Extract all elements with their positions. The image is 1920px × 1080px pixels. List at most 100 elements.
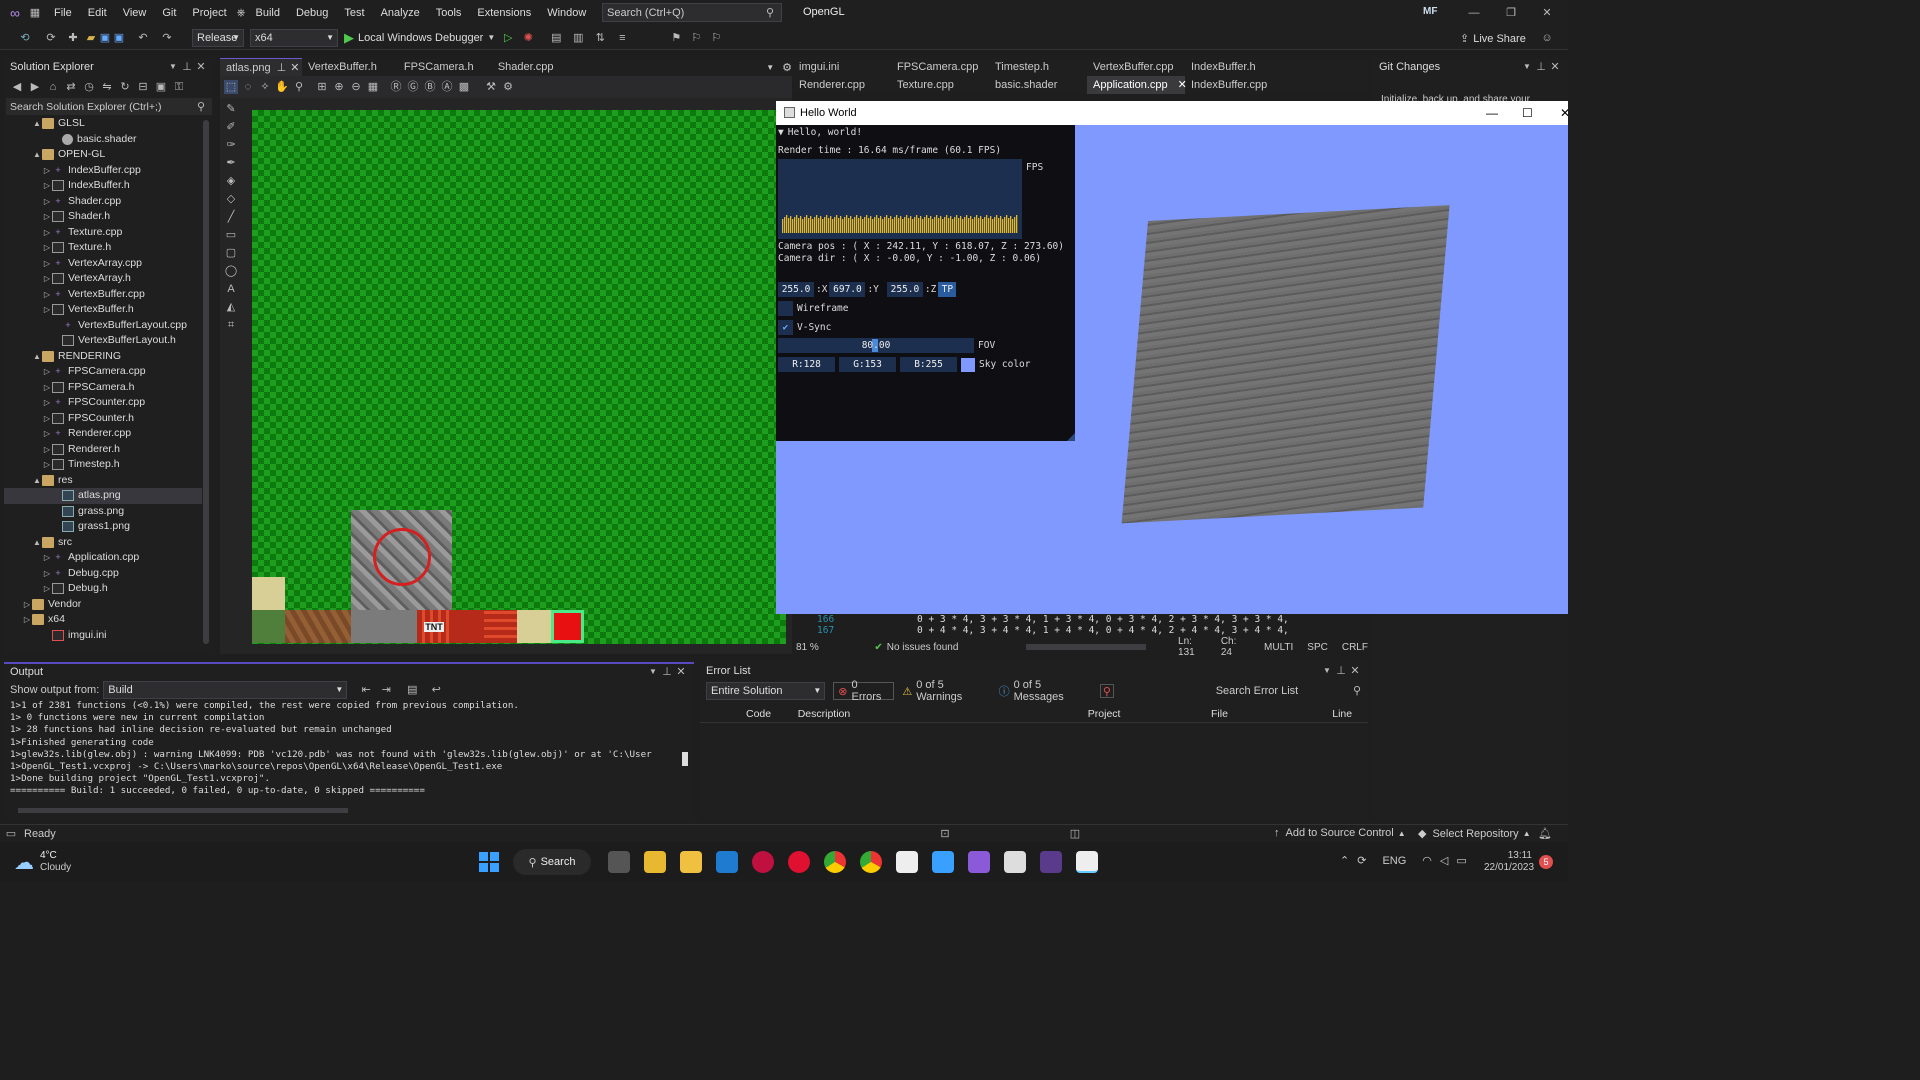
opengl-app-icon[interactable] (1076, 851, 1098, 873)
weather-widget[interactable]: ☁ 4°C Cloudy (14, 850, 134, 875)
restore-icon[interactable]: ❐ (1504, 6, 1518, 20)
task-view-icon[interactable] (608, 851, 630, 873)
column-header-code[interactable]: Code (700, 708, 794, 720)
menu-extensions[interactable]: Extensions (469, 7, 539, 19)
green-channel-icon[interactable]: Ⓖ (406, 80, 420, 94)
expand-arrow-icon[interactable]: ▲ (32, 473, 42, 489)
tree-item[interactable]: ▷ Texture.h (4, 240, 202, 256)
tree-item[interactable]: ▷ + Application.cpp (4, 550, 202, 566)
step-icon[interactable]: ⇅ (593, 31, 607, 45)
tab-renderer-cpp[interactable]: Renderer.cpp (793, 76, 891, 94)
bookmark-prev-icon[interactable]: ⚐ (689, 31, 703, 45)
expand-arrow-icon[interactable]: ▲ (32, 116, 42, 132)
configuration-dropdown[interactable]: Release ▼ (192, 28, 244, 47)
column-header-project[interactable]: Project (1084, 708, 1207, 720)
menu-project[interactable]: Project (184, 7, 234, 19)
new-project-icon[interactable]: ✚ (66, 31, 80, 45)
expand-arrow-icon[interactable]: ▷ (42, 178, 52, 194)
forward-icon[interactable]: ⟳ (44, 31, 58, 45)
expand-arrow-icon[interactable]: ▷ (42, 240, 52, 256)
home-icon[interactable]: ⌂ (46, 80, 60, 94)
menu-edit[interactable]: Edit (80, 7, 115, 19)
imgui-header[interactable]: ▼ Hello, world! (776, 125, 1075, 140)
pin-tab-icon[interactable]: ⊥ (277, 62, 287, 74)
platform-dropdown[interactable]: x64 ▼ (250, 28, 338, 47)
live-share-button[interactable]: ⇪ Live Share (1460, 32, 1526, 46)
dropdown-icon[interactable]: ▼ (646, 665, 660, 679)
window-minimize-icon[interactable]: — (1486, 101, 1498, 125)
save-icon[interactable]: ▣ (98, 31, 112, 45)
clock[interactable]: 13:11 22/01/2023 (1484, 850, 1534, 874)
notifications-bell-icon[interactable]: 🔔︎ (1538, 827, 1552, 841)
pixel-grid-icon[interactable]: ▦ (366, 80, 380, 94)
expand-arrow-icon[interactable]: ▷ (42, 194, 52, 210)
messages-filter-button[interactable]: ⓘ 0 of 5 Messages (999, 679, 1092, 703)
background-icon[interactable]: ▩ (457, 80, 471, 94)
tab-vertexbuffer-h[interactable]: VertexBuffer.h (302, 58, 398, 76)
user-avatar[interactable]: MF (1423, 6, 1437, 17)
error-search-box[interactable]: Search Error List ⚲ (1212, 682, 1368, 700)
tree-item[interactable]: ▷ + Shader.cpp (4, 194, 202, 210)
battery-icon[interactable]: ▭ (1456, 854, 1466, 867)
output-horizontal-scrollbar[interactable] (18, 808, 348, 813)
pan-icon[interactable]: ✋ (275, 80, 289, 94)
fov-slider[interactable]: 80.00 (778, 338, 974, 353)
collapse-all-icon[interactable]: ⊟ (136, 80, 150, 94)
zoom-out-icon[interactable]: ⊖ (349, 80, 363, 94)
tree-item[interactable]: ▷ Shader.h (4, 209, 202, 225)
expand-arrow-icon[interactable]: ▲ (32, 147, 42, 163)
tree-item[interactable]: ▲ GLSL (4, 116, 202, 132)
tab-timestep-h[interactable]: Timestep.h (989, 58, 1087, 76)
tab-application-cpp[interactable]: Application.cpp ✕ (1087, 76, 1187, 94)
open-folder-icon[interactable]: ▰ (84, 31, 98, 45)
layout-icon[interactable]: ▥ (571, 31, 585, 45)
expand-arrow-icon[interactable]: ▷ (42, 163, 52, 179)
vsync-checkbox[interactable]: ✔ (778, 320, 793, 335)
brush-icon[interactable]: ✐ (224, 120, 238, 134)
tree-item[interactable]: ▷ VertexArray.h (4, 271, 202, 287)
tree-item[interactable]: ▷ Debug.h (4, 581, 202, 597)
zoom-level[interactable]: 81 % (796, 642, 840, 653)
menu-analyze[interactable]: Analyze (373, 7, 428, 19)
z-input[interactable]: 255.0 (886, 282, 923, 297)
tp-button[interactable]: TP (938, 282, 957, 297)
expand-arrow-icon[interactable]: ▷ (42, 256, 52, 272)
close-panel-icon[interactable]: ✕ (1548, 60, 1562, 74)
eyedropper-icon[interactable]: ✒ (224, 156, 238, 170)
close-icon[interactable]: ✕ (1540, 6, 1554, 20)
store-icon[interactable] (896, 851, 918, 873)
terminal-icon[interactable] (1004, 851, 1026, 873)
rectangle-icon[interactable]: ▭ (224, 228, 238, 242)
tree-item[interactable]: ▲ OPEN-GL (4, 147, 202, 163)
sync-icon[interactable]: ⇋ (100, 80, 114, 94)
tab-vertexbuffer-cpp[interactable]: VertexBuffer.cpp (1087, 58, 1185, 76)
pin-icon[interactable]: ⊥ (1334, 664, 1348, 678)
close-panel-icon[interactable]: ✕ (674, 665, 688, 679)
hot-reload-icon[interactable]: ✺ (521, 31, 535, 45)
format-icon[interactable]: ≡ (615, 31, 629, 45)
blue-channel-icon[interactable]: Ⓑ (423, 80, 437, 94)
app-icon[interactable] (932, 851, 954, 873)
airbrush-icon[interactable]: ✑ (224, 138, 238, 152)
solution-search-box[interactable]: Search Solution Explorer (Ctrl+;) ⚲ (6, 98, 212, 115)
menu-test[interactable]: Test (336, 7, 372, 19)
file-explorer-icon[interactable] (644, 851, 666, 873)
chrome-icon[interactable] (824, 851, 846, 873)
volume-icon[interactable]: ◁ (1440, 854, 1448, 867)
sky-red-input[interactable]: R:128 (778, 357, 835, 372)
atlas-image-canvas[interactable]: TNT (252, 110, 786, 644)
expand-arrow-icon[interactable]: ▷ (42, 271, 52, 287)
close-tab-icon[interactable]: ✕ (290, 62, 299, 74)
tree-item[interactable]: VertexBufferLayout.h (4, 333, 202, 349)
solution-search-input[interactable]: Search Solution Explorer (Ctrl+;) (10, 101, 194, 113)
start-without-debug-icon[interactable]: ▷ (501, 31, 515, 45)
tab-basic-shader[interactable]: basic.shader (989, 76, 1087, 94)
advanced-icon[interactable]: ⚙ (501, 80, 515, 94)
pencil-icon[interactable]: ✎ (224, 102, 238, 116)
pin-icon[interactable]: ⊥ (1534, 60, 1548, 74)
tree-item[interactable]: ▷ Timestep.h (4, 457, 202, 473)
rounded-rectangle-icon[interactable]: ▢ (224, 246, 238, 260)
tree-item[interactable]: grass1.png (4, 519, 202, 535)
menu-file[interactable]: File (46, 7, 80, 19)
windows-start-icon[interactable] (479, 852, 499, 872)
